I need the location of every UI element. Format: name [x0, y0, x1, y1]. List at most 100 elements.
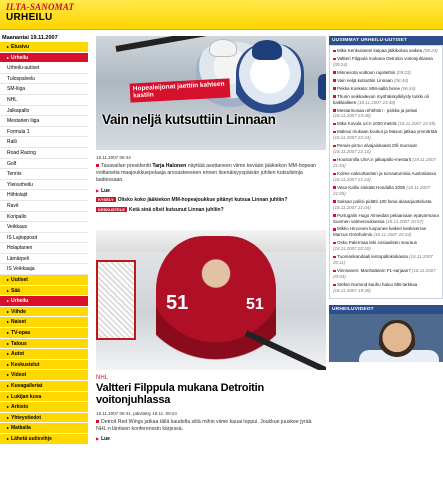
second-category[interactable]: NHL	[96, 375, 326, 381]
second-read-more[interactable]: ▶ Lue	[96, 436, 326, 442]
nav-item[interactable]: Jalkapallo	[0, 105, 88, 117]
nav-item[interactable]: Hiihtolajit	[0, 190, 88, 201]
arrow-right-icon: ▸	[7, 372, 10, 378]
poll-label: KYSELY	[96, 196, 116, 202]
nav-item[interactable]: Mestarien liiga	[0, 116, 88, 127]
nav-item[interactable]: ▸ Autot	[0, 349, 88, 360]
latest-news-item[interactable]: Portugalin Hugo Almeidan pelaamaan epäva…	[333, 213, 439, 225]
nav-item-label: Lähetä uutisvihje	[11, 435, 52, 442]
latest-news-item[interactable]: Kolme naksottaväen ja turvautumisia Aust…	[333, 171, 439, 183]
second-headline[interactable]: Valtteri Filppula mukana Detroitin voito…	[96, 382, 326, 407]
bullet-icon	[333, 71, 336, 74]
latest-news-item[interactable]: Vesa Kallio sinkäät Hondalla 2008 (18.11…	[333, 185, 439, 197]
nav-item[interactable]: Road Racing	[0, 147, 88, 159]
lead-headline[interactable]: Vain neljä kutsuttiin Linnaan	[102, 112, 276, 127]
nav-item[interactable]: ▸ TV-opas	[0, 328, 88, 339]
nav-item[interactable]: ▸ Kuvagalleriat	[0, 381, 88, 392]
nav-item[interactable]: ▸ Uutiset	[0, 275, 88, 286]
nav-item[interactable]: Tennis	[0, 169, 88, 180]
nav-item-label: Road Racing	[7, 149, 36, 156]
arrow-right-icon: ▸	[7, 404, 10, 410]
nav-item[interactable]: Formula 1	[0, 126, 88, 138]
nav-item[interactable]: Ravit	[0, 200, 88, 212]
nav-item[interactable]: Tulospalvelu	[0, 73, 88, 85]
nav-item[interactable]: ▸ Urheilu	[0, 52, 88, 64]
nav-item[interactable]: ▸ Videot	[0, 370, 88, 381]
latest-news-item[interactable]: Minnesota voittoon rajoitettiin (09:23)	[333, 70, 439, 76]
lead-body: Tasavallan presidentti Tarja Halonen näy…	[96, 163, 326, 185]
nav-item[interactable]: Urheilu-uutiset	[0, 63, 88, 74]
latest-news-item[interactable]: Houstonilla USA:n jalkapallo-mestarit (1…	[333, 157, 439, 169]
latest-news-item[interactable]: Osku Palermaa teki sosiaalisen seuraus (…	[333, 240, 439, 252]
nav-item[interactable]: ▸ Viihde	[0, 306, 88, 318]
nav-item[interactable]: ▸ Arkisto	[0, 402, 88, 413]
nav-item[interactable]: ▸ Yhteystiedot	[0, 412, 88, 424]
lead-poll-2[interactable]: KESKUSTELE Ketä sinä olisit kutsunut Linn…	[96, 206, 326, 214]
latest-news-list: Mika Kenkuiseeni kaipaa jälkikokoa vaike…	[329, 45, 443, 299]
lead-poll-1[interactable]: KYSELY Olisko koko jääkiekon MM-hopeajouk…	[96, 196, 326, 204]
nav-item[interactable]: Koripallo	[0, 211, 88, 223]
lead-read-more[interactable]: ▶ Lue	[96, 188, 326, 194]
second-image[interactable]: 51 51	[96, 229, 326, 370]
nav-item-label: Ravit	[7, 202, 19, 209]
latest-news-heading: UUSIMMAT URHEILU-UUTISET	[329, 36, 443, 45]
lead-image[interactable]: Hopealeijonat jaettiin kahteen kastiin V…	[96, 36, 326, 150]
nav-item[interactable]: ▸ Sää	[0, 285, 88, 297]
latest-news-item[interactable]: Vinnsanen: Manhattanin F1-sarjaan? (18.1…	[333, 268, 439, 280]
nav-item[interactable]: ▸ Matkalla	[0, 423, 88, 434]
nav-item[interactable]: ▸ Lähetä uutisvihje	[0, 433, 88, 445]
nav-item[interactable]: SM-liiga	[0, 84, 88, 95]
nav-item[interactable]: IS Veikkaaja	[0, 264, 88, 276]
latest-news-item[interactable]: Vain neljä kutsuttiin Linnaan (06:44)	[333, 78, 439, 84]
latest-news-time: (18.11.2007 23:46)	[333, 113, 371, 119]
arrow-right-icon: ▸	[7, 54, 10, 60]
nav-item[interactable]: Holaplanen	[0, 243, 88, 254]
lead-body-name: Tarja Halonen	[152, 163, 187, 169]
latest-news-item[interactable]: Valtteri Filppula mukana Detroitin voito…	[333, 56, 439, 68]
arrow-right-icon: ▸	[7, 319, 10, 325]
latest-news-item[interactable]: Tuomarikandaali lentopallokiskassa (18.1…	[333, 254, 439, 266]
latest-news-time: (18.11.2007 20:20)	[333, 246, 371, 252]
nav-item[interactable]: Ralli	[0, 137, 88, 148]
latest-news-time: (06:44)	[401, 85, 416, 91]
nav-item[interactable]: Veikkaus	[0, 222, 88, 233]
latest-news-item[interactable]: Mestarinosaa rehtihtön - psikka ja pelas…	[333, 108, 439, 120]
nav-item-label: Mestarien liiga	[7, 118, 40, 125]
nav-item[interactable]: Yleisurheilu	[0, 179, 88, 191]
latest-news-item[interactable]: Perain-pirmo alvajaiskaasit Olli mursiva…	[333, 143, 439, 155]
latest-news-item[interactable]: Pekka Koskela: MM-aallä hinne (06:44)	[333, 86, 439, 92]
nav-item-label: Hiihtolajit	[7, 192, 28, 199]
latest-news-text: Minnesota voittoon rajoitettiin	[337, 69, 396, 75]
nav-item-label: Sää	[11, 287, 20, 294]
latest-news-item[interactable]: Mika Kovula 14:n 1000 metriä (18.11.2007…	[333, 121, 439, 127]
nav-item[interactable]: IS Lajiopposit	[0, 232, 88, 244]
main-column: Hopealeijonat jaettiin kahteen kastiin V…	[96, 36, 326, 442]
latest-news-item[interactable]: Stefan Nurtond kauhu haluu MB-tarkkaa (1…	[333, 282, 439, 294]
video-thumbnail[interactable]	[329, 313, 443, 362]
nav-item[interactable]: ▸ Talous	[0, 338, 88, 350]
nav-item[interactable]: ▸ Keskustelut	[0, 359, 88, 371]
nav-item[interactable]: ▸ Naiset	[0, 317, 88, 329]
right-column: UUSIMMAT URHEILU-UUTISET Mika Kenkuiseen…	[329, 36, 443, 362]
nav-item-label: Arkisto	[11, 404, 29, 411]
arrow-right-icon: ▸	[7, 435, 10, 441]
latest-news-item[interactable]: Thurin seikkailevan myöhäiskylkilysly tu…	[333, 94, 439, 106]
nav-item[interactable]: NHL	[0, 94, 88, 106]
latest-news-item[interactable]: Saksan poliisi pidätti 180 fania alasarj…	[333, 199, 439, 211]
nav-item[interactable]: ▸ Urheilu	[0, 296, 88, 307]
latest-news-item[interactable]: Mikko Hirvonen luopunee kaiken keskiverr…	[333, 226, 439, 238]
nav-item[interactable]: Golf	[0, 158, 88, 170]
latest-news-text: Pekka Koskela: MM-aallä hinne	[337, 85, 401, 91]
bullet-icon	[333, 95, 336, 98]
latest-news-item[interactable]: Maksoi mukaan koukut ja Mason jatkaa ymm…	[333, 129, 439, 141]
nav-item[interactable]: ▸ Etusivu	[0, 42, 88, 53]
nav-item[interactable]: Lämärpeli	[0, 253, 88, 265]
nav-item-label: Koripallo	[7, 213, 27, 220]
arrow-right-icon: ▸	[7, 383, 10, 388]
nav-item-label: Naiset	[11, 319, 27, 326]
second-read-more-label: Lue	[101, 436, 110, 443]
site-logo[interactable]: ILTA-SANOMAT URHEILU	[6, 3, 74, 23]
nav-item-label: Autot	[11, 351, 25, 358]
nav-item[interactable]: ▸ Lukijan kuva	[0, 391, 88, 403]
latest-news-item[interactable]: Mika Kenkuiseeni kaipaa jälkikokoa vaike…	[333, 48, 439, 54]
